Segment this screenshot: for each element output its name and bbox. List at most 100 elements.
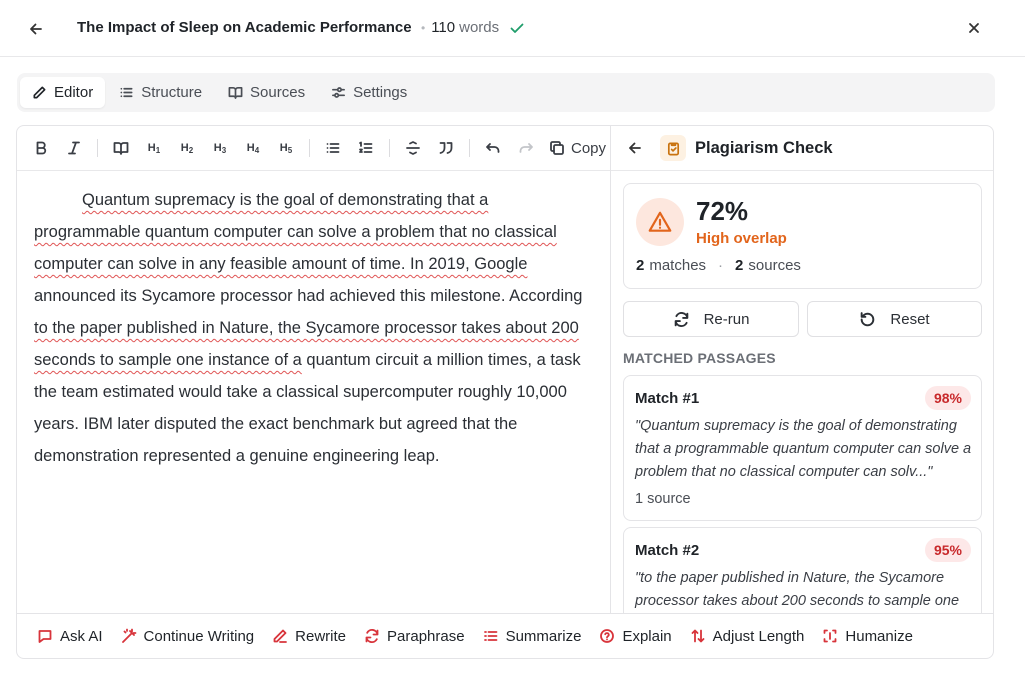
action-label: Humanize [845, 627, 913, 645]
flagged-passage: Quantum supremacy is the goal of demonst… [34, 191, 557, 273]
copy-button[interactable]: Copy [549, 140, 606, 157]
tab-sources[interactable]: Sources [216, 77, 317, 108]
magic-wand-icon [121, 628, 136, 643]
undo-icon [486, 143, 500, 153]
toolbar-divider [97, 139, 98, 157]
humanize-button[interactable]: Humanize [822, 628, 913, 645]
panel-header: Plagiarism Check [611, 126, 993, 171]
action-label: Continue Writing [143, 627, 255, 645]
paragraph: Quantum supremacy is the goal of demonst… [34, 184, 594, 472]
book-open-icon [113, 142, 129, 155]
refresh-icon [674, 311, 688, 327]
h1-number: 1 [155, 145, 161, 155]
tab-bar: Editor Structure Sources Settings [17, 73, 995, 112]
matches-label: matches [649, 257, 707, 274]
adjust-length-button[interactable]: Adjust Length [690, 627, 805, 645]
numbered-list-icon [359, 141, 373, 153]
pencil-icon [33, 86, 46, 99]
action-label: Paraphrase [387, 627, 465, 645]
bold-button[interactable] [31, 138, 51, 158]
explain-button[interactable]: Explain [599, 627, 672, 645]
sliders-icon [332, 87, 346, 98]
redo-button[interactable] [516, 138, 536, 158]
tab-settings[interactable]: Settings [319, 77, 419, 108]
check-icon [510, 23, 524, 33]
clipboard-check-icon [660, 135, 686, 161]
heading-3-button[interactable]: H3 [210, 138, 230, 158]
h2-number: 2 [188, 145, 194, 155]
match-source-count: 1 source [635, 491, 691, 507]
refresh-icon [365, 629, 379, 643]
action-label: Explain [622, 627, 672, 645]
scan-icon [823, 629, 837, 643]
sources-count: 2 [735, 257, 744, 274]
editor-panel: H1 H2 H3 H4 H5 Copy Quantum supremacy is… [16, 125, 610, 613]
match-percent-badge: 98% [924, 386, 971, 410]
rerun-button[interactable]: Re-run [623, 301, 799, 337]
panel-back-button[interactable] [626, 139, 644, 157]
bullet-list-button[interactable] [323, 138, 343, 158]
heading-1-button[interactable]: H1 [144, 138, 164, 158]
panel-title: Plagiarism Check [695, 138, 833, 157]
continue-writing-button[interactable]: Continue Writing [121, 627, 255, 645]
match-card[interactable]: Match #2 95% "to the paper published in … [623, 527, 982, 613]
h3-number: 3 [221, 145, 227, 155]
rotate-ccw-icon [861, 311, 875, 326]
document-title: The Impact of Sleep on Academic Performa… [77, 19, 412, 36]
reset-button[interactable]: Reset [807, 301, 982, 337]
toolbar-divider [389, 139, 390, 157]
action-label: Ask AI [60, 627, 103, 645]
h2-label: H [180, 142, 189, 154]
matches-count: 2 [636, 257, 645, 274]
score-card: 72% High overlap 2 matches · 2 sources [623, 183, 982, 289]
italic-icon [68, 141, 80, 155]
quote-button[interactable] [436, 138, 456, 158]
heading-2-button[interactable]: H2 [177, 138, 197, 158]
chat-icon [38, 630, 52, 643]
text-segment: announced its Sycamore processor had ach… [34, 287, 583, 305]
tab-label: Structure [141, 84, 203, 101]
tab-editor[interactable]: Editor [20, 77, 106, 108]
action-label: Adjust Length [712, 627, 805, 645]
ai-action-bar: Ask AI Continue Writing Rewrite Paraphra… [16, 613, 994, 659]
close-button[interactable] [964, 18, 984, 38]
heading-4-button[interactable]: H4 [243, 138, 263, 158]
bold-icon [36, 141, 47, 155]
numbered-list-button[interactable] [356, 138, 376, 158]
tab-label: Settings [353, 84, 408, 101]
overlap-label: High overlap [696, 230, 787, 247]
paraphrase-button[interactable]: Paraphrase [364, 628, 465, 645]
rewrite-button[interactable]: Rewrite [272, 628, 346, 645]
arrow-left-icon [629, 142, 641, 154]
help-circle-icon [600, 629, 615, 643]
ask-ai-button[interactable]: Ask AI [37, 628, 103, 645]
stat-separator: · [718, 257, 724, 274]
document-body[interactable]: Quantum supremacy is the goal of demonst… [17, 171, 610, 472]
tab-label: Editor [54, 84, 94, 101]
arrows-vertical-icon [691, 629, 705, 643]
h5-label: H [279, 142, 288, 154]
h5-number: 5 [287, 145, 293, 155]
separator-dot: • [421, 20, 426, 35]
h3-label: H [213, 142, 222, 154]
book-button[interactable] [111, 138, 131, 158]
summarize-button[interactable]: Summarize [483, 628, 581, 645]
copy-icon [550, 141, 564, 155]
strikethrough-button[interactable] [403, 138, 423, 158]
italic-button[interactable] [64, 138, 84, 158]
h4-label: H [246, 142, 255, 154]
undo-button[interactable] [483, 138, 503, 158]
warning-icon [636, 198, 684, 246]
app-header: The Impact of Sleep on Academic Performa… [0, 0, 1025, 57]
plagiarism-panel: Plagiarism Check 72% High overlap 2 matc… [610, 125, 994, 613]
tab-structure[interactable]: Structure [107, 77, 214, 108]
word-count-label: words [459, 19, 500, 36]
h4-number: 4 [254, 145, 260, 155]
heading-5-button[interactable]: H5 [276, 138, 296, 158]
strikethrough-icon [406, 141, 420, 155]
section-heading: MATCHED PASSAGES [623, 350, 776, 366]
book-icon [228, 86, 243, 99]
match-card[interactable]: Match #1 98% "Quantum supremacy is the g… [623, 375, 982, 521]
back-button[interactable] [26, 19, 46, 39]
rerun-label: Re-run [703, 310, 750, 328]
